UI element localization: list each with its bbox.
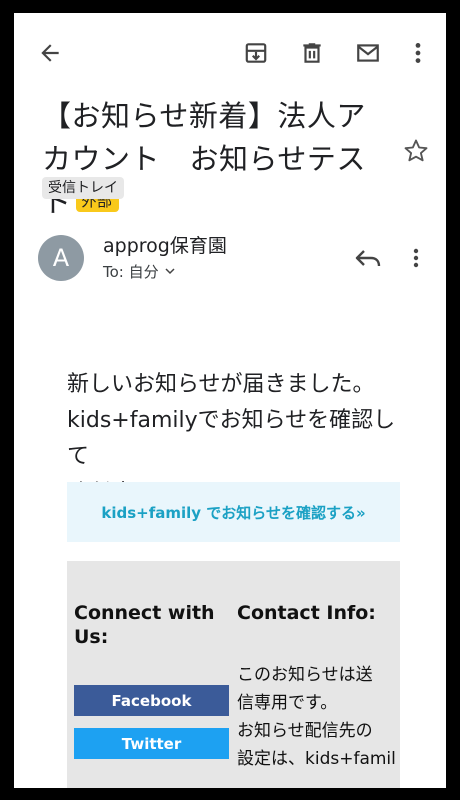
recipient-text: To: 自分 (103, 263, 159, 281)
delete-icon[interactable] (296, 37, 328, 69)
avatar: A (38, 235, 84, 281)
email-footer: Connect with Us: Contact Info: Facebook … (67, 561, 400, 788)
sender-name: approg保育園 (103, 235, 227, 257)
contact-title: Contact Info: (237, 602, 376, 624)
contact-line: このお知らせは送 (237, 665, 373, 685)
more-vert-icon[interactable] (407, 243, 425, 273)
recipient-line[interactable]: To: 自分 (103, 261, 175, 282)
cta-box: kids+family でお知らせを確認する» (67, 482, 400, 542)
chevron-down-icon (165, 267, 175, 274)
archive-icon[interactable] (240, 37, 272, 69)
contact-info-text: このお知らせは送 信専用です。 お知らせ配信先の 設定は、kids+famil (237, 661, 397, 773)
mail-icon[interactable] (352, 37, 384, 69)
connect-title: Connect with Us: (74, 602, 215, 648)
contact-line: お知らせ配信先の (237, 721, 373, 741)
twitter-button[interactable]: Twitter (74, 728, 229, 759)
more-vert-icon[interactable] (402, 37, 434, 69)
email-screen: 【お知らせ新着】法人アカウント お知らせテスト 外部 受信トレイ A approg… (14, 13, 446, 788)
top-toolbar (14, 13, 446, 91)
connect-column: Connect with Us: (74, 601, 234, 649)
contact-column: Contact Info: (237, 601, 397, 625)
body-line: kids+familyでお知らせを確認して (67, 408, 396, 469)
contact-line: 設定は、kids+famil (237, 749, 396, 769)
reply-icon[interactable] (352, 243, 386, 273)
email-subject: 【お知らせ新着】法人アカウント お知らせテスト 外部 (42, 95, 382, 224)
facebook-button[interactable]: Facebook (74, 685, 229, 716)
open-kids-family-link[interactable]: kids+family でお知らせを確認する» (101, 502, 365, 523)
back-arrow-icon[interactable] (34, 37, 66, 69)
body-line: 新しいお知らせが届きました。 (67, 372, 375, 397)
contact-line: 信専用です。 (237, 693, 338, 713)
star-icon[interactable] (402, 137, 430, 165)
inbox-label[interactable]: 受信トレイ (42, 177, 124, 199)
